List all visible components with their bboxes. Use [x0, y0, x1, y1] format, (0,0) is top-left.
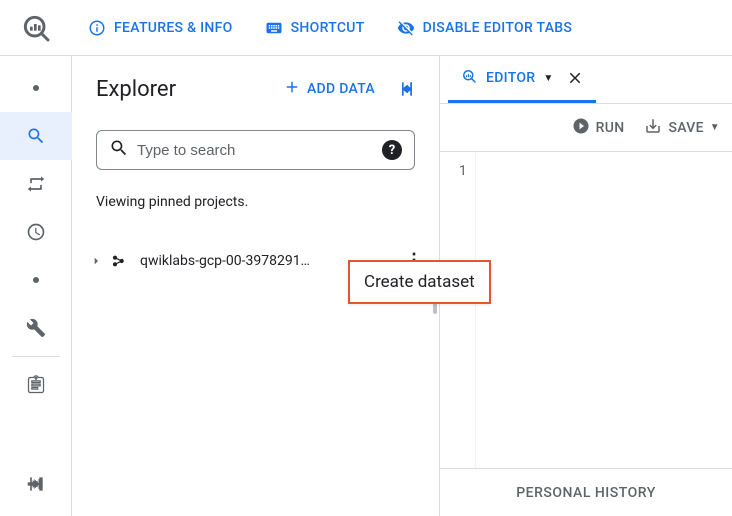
sidebar-divider	[12, 356, 60, 357]
line-gutter: 1	[440, 152, 476, 468]
save-icon	[644, 117, 662, 139]
query-icon	[460, 67, 478, 89]
line-number: 1	[440, 160, 467, 179]
play-icon	[572, 117, 590, 139]
add-data-button[interactable]: ADD DATA	[275, 72, 383, 106]
editor-tab-label: EDITOR	[486, 70, 535, 86]
search-box[interactable]: ?	[96, 130, 415, 170]
save-button[interactable]: SAVE ▼	[644, 117, 720, 139]
collapse-explorer-button[interactable]	[391, 73, 423, 105]
run-label: RUN	[596, 120, 625, 136]
sidebar-expand[interactable]	[0, 460, 72, 508]
create-dataset-menu-item[interactable]: Create dataset	[348, 260, 491, 304]
sidebar-item-dot-1[interactable]	[0, 64, 72, 112]
features-info-label: FEATURES & INFO	[114, 20, 233, 36]
disable-editor-tabs-label: DISABLE EDITOR TABS	[423, 20, 573, 36]
personal-history-tab[interactable]: PERSONAL HISTORY	[516, 485, 656, 501]
save-dropdown-icon[interactable]: ▼	[710, 122, 720, 133]
tab-dropdown-icon[interactable]: ▼	[543, 73, 553, 84]
sidebar-item-settings[interactable]	[0, 304, 72, 352]
disable-editor-tabs-link[interactable]: DISABLE EDITOR TABS	[397, 19, 573, 37]
save-label: SAVE	[668, 120, 703, 136]
add-data-label: ADD DATA	[307, 81, 375, 97]
sidebar-item-transfers[interactable]	[0, 160, 72, 208]
run-button[interactable]: RUN	[572, 117, 625, 139]
explorer-title: Explorer	[96, 77, 176, 102]
project-icon	[110, 251, 130, 271]
sidebar-item-notes[interactable]	[0, 361, 72, 409]
pinned-projects-text: Viewing pinned projects.	[72, 170, 439, 210]
features-info-link[interactable]: FEATURES & INFO	[88, 19, 233, 37]
info-icon	[88, 19, 106, 37]
sidebar	[0, 56, 72, 516]
keyboard-icon	[265, 19, 283, 37]
editor-tab[interactable]: EDITOR ▼	[448, 56, 596, 103]
help-icon[interactable]: ?	[382, 140, 402, 160]
search-icon	[109, 138, 129, 162]
search-input[interactable]	[137, 142, 374, 159]
sidebar-item-scheduled[interactable]	[0, 208, 72, 256]
bigquery-logo[interactable]	[8, 12, 64, 44]
shortcut-label: SHORTCUT	[291, 20, 365, 36]
close-tab-icon[interactable]	[566, 69, 584, 87]
sidebar-item-sql[interactable]	[0, 112, 72, 160]
code-editor[interactable]: 1	[440, 152, 732, 468]
plus-icon	[283, 78, 301, 100]
expand-chevron-icon[interactable]	[88, 253, 104, 269]
visibility-off-icon	[397, 19, 415, 37]
sidebar-item-dot-2[interactable]	[0, 256, 72, 304]
shortcut-link[interactable]: SHORTCUT	[265, 19, 365, 37]
